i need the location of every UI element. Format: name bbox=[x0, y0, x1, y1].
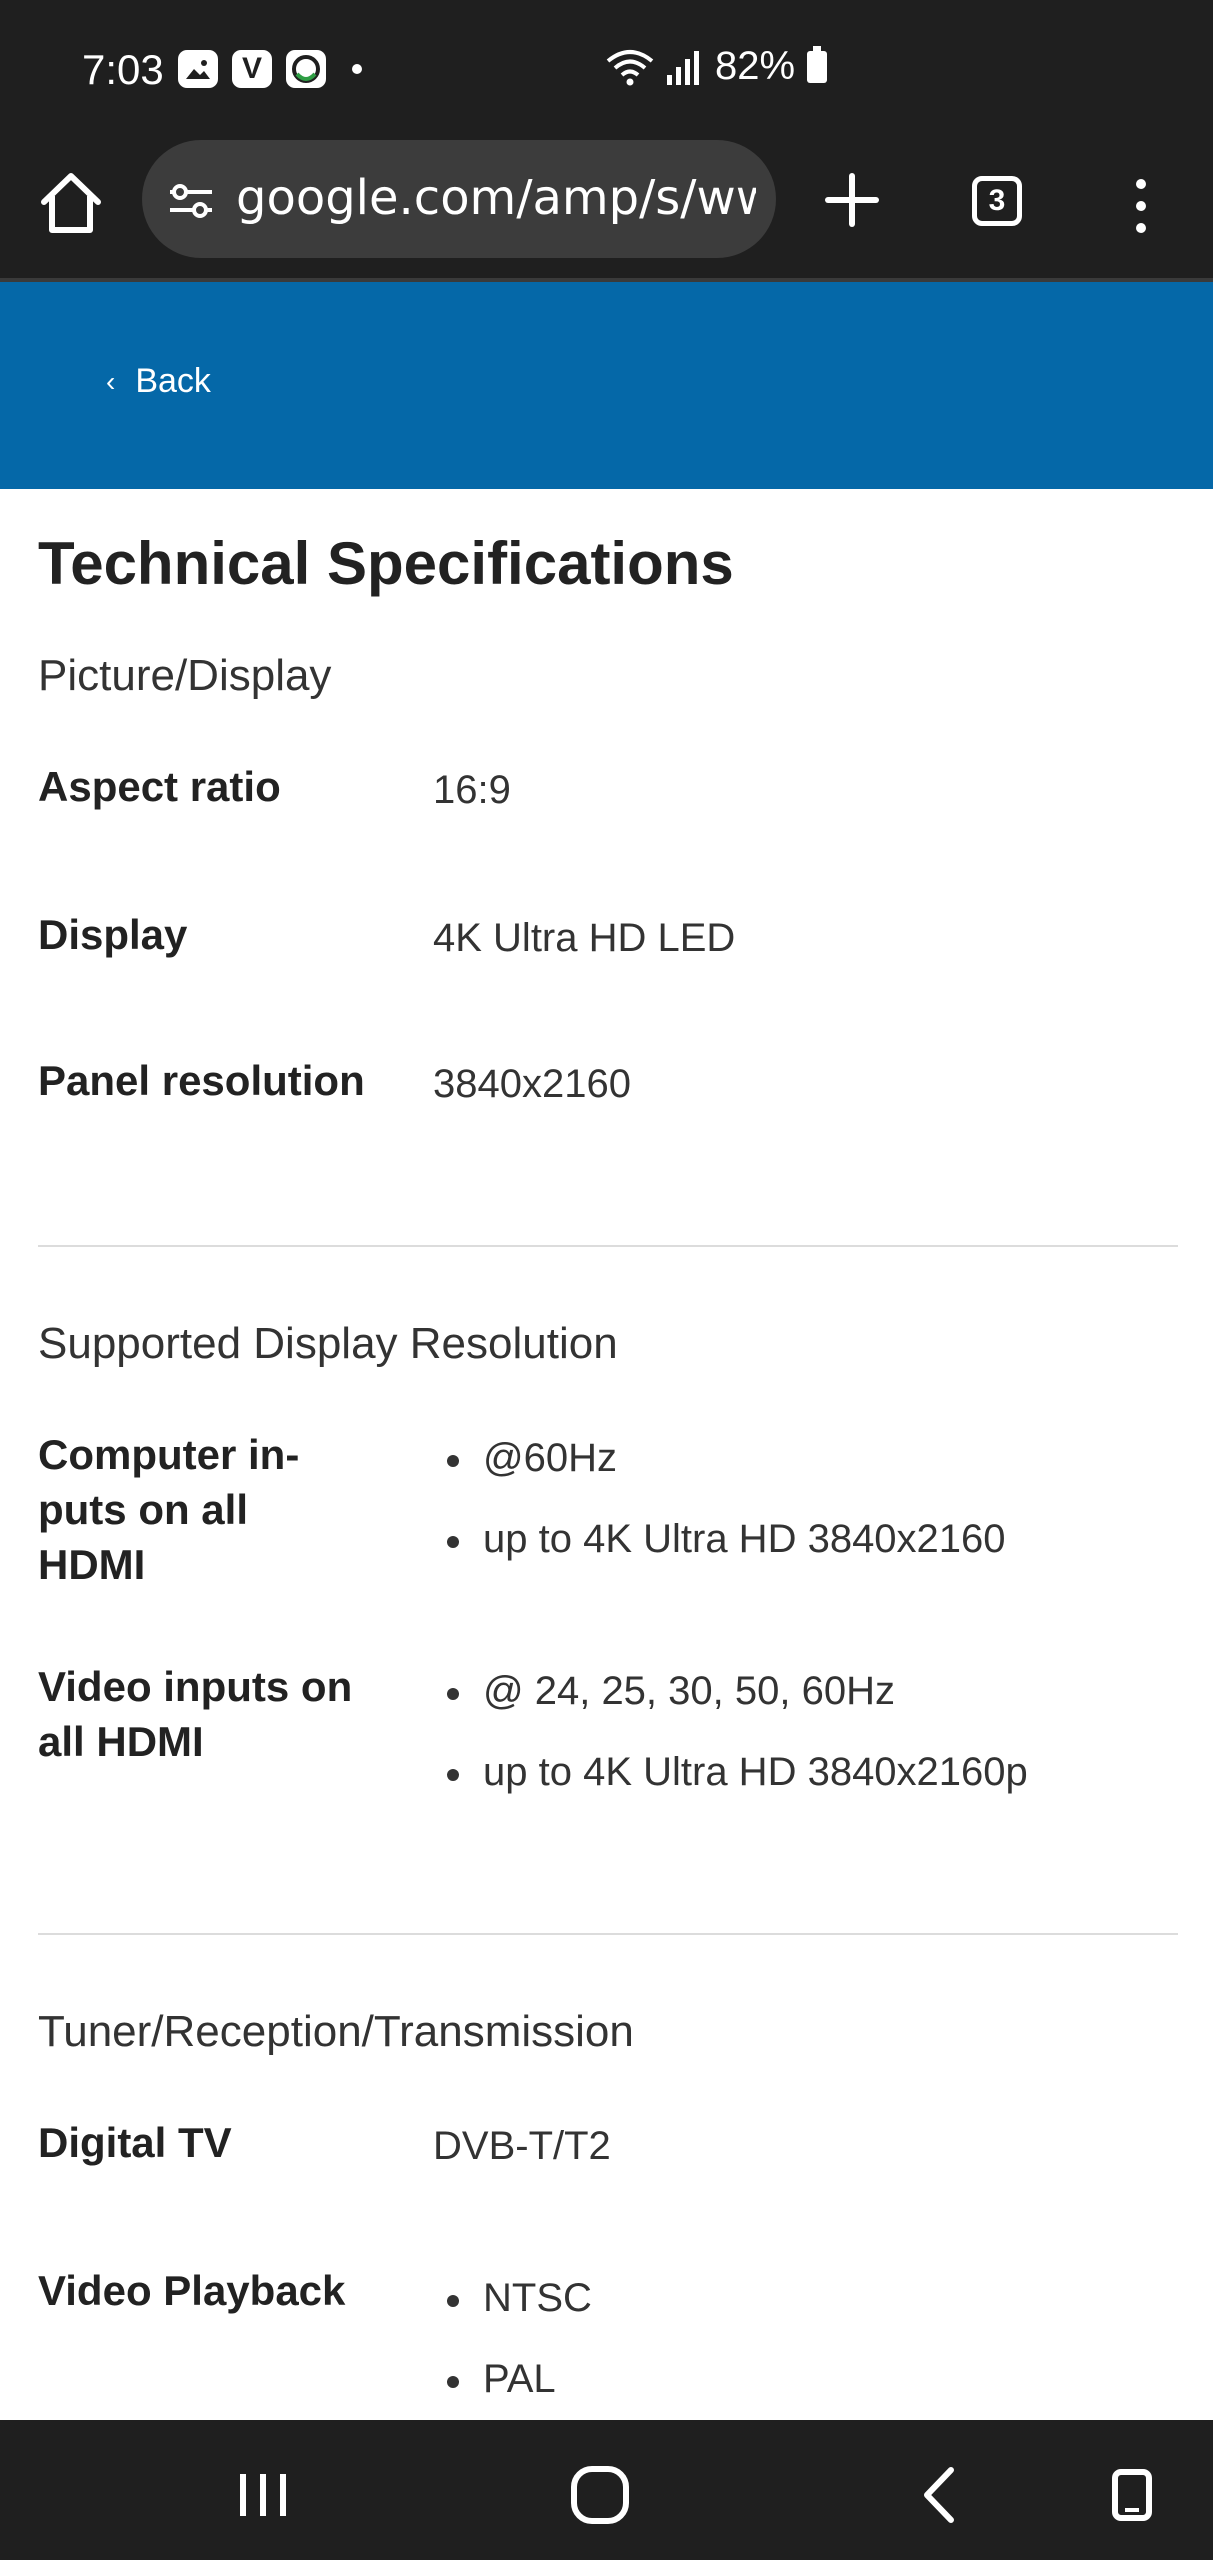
section-divider bbox=[38, 1245, 1178, 1247]
status-bar: 7:03 V 82% bbox=[0, 0, 1213, 140]
spec-label-line: puts on all bbox=[38, 1486, 248, 1533]
home-nav-icon[interactable] bbox=[565, 2460, 635, 2530]
status-notification-icons: V bbox=[178, 50, 362, 88]
v-app-icon: V bbox=[232, 50, 272, 88]
keyboard-toggle-icon[interactable] bbox=[1097, 2460, 1167, 2530]
spec-label-line: all HDMI bbox=[38, 1718, 204, 1765]
list-item: @ 24, 25, 30, 50, 60Hz bbox=[443, 1664, 1028, 1745]
spec-label: Video Playback bbox=[38, 2267, 346, 2314]
spec-value-list: @ 24, 25, 30, 50, 60Hz up to 4K Ultra HD… bbox=[443, 1664, 1028, 1826]
back-link[interactable]: ‹ Back bbox=[106, 362, 211, 401]
site-settings-icon[interactable] bbox=[166, 176, 216, 226]
browser-toolbar: google.com/amp/s/www 3 bbox=[0, 140, 1213, 282]
more-options-icon[interactable] bbox=[1126, 176, 1156, 236]
section-title: Picture/Display bbox=[38, 651, 332, 700]
spec-label-line: HDMI bbox=[38, 1541, 146, 1588]
new-tab-icon[interactable] bbox=[822, 170, 882, 230]
spec-value: 16:9 bbox=[433, 768, 511, 812]
list-item: @60Hz bbox=[443, 1431, 1006, 1512]
recent-apps-icon[interactable] bbox=[228, 2460, 298, 2530]
more-notifications-icon bbox=[352, 64, 362, 74]
spec-value-list: @60Hz up to 4K Ultra HD 3840x2160 bbox=[443, 1431, 1006, 1593]
chevron-left-icon: ‹ bbox=[106, 365, 116, 397]
signal-icon bbox=[667, 50, 699, 85]
e-app-icon bbox=[286, 50, 326, 88]
status-system-icons: 82% bbox=[605, 44, 828, 89]
list-item: up to 4K Ultra HD 3840x2160p bbox=[443, 1745, 1028, 1826]
tab-count: 3 bbox=[988, 184, 1006, 217]
url-text[interactable]: google.com/amp/s/www bbox=[236, 170, 756, 226]
tab-switcher-button[interactable]: 3 bbox=[972, 176, 1022, 226]
spec-value: 3840x2160 bbox=[433, 1062, 631, 1106]
spec-label: Panel resolution bbox=[38, 1057, 365, 1104]
section-title: Supported Display Resolution bbox=[38, 1319, 618, 1368]
spec-value: DVB-T/T2 bbox=[433, 2124, 611, 2168]
spec-label: Digital TV bbox=[38, 2119, 232, 2166]
address-bar[interactable]: google.com/amp/s/www bbox=[142, 140, 776, 258]
home-icon[interactable] bbox=[36, 168, 106, 238]
section-title: Tuner/Reception/Transmission bbox=[38, 2007, 634, 2056]
spec-label: Aspect ratio bbox=[38, 763, 281, 810]
list-item: up to 4K Ultra HD 3840x2160 bbox=[443, 1512, 1006, 1593]
battery-percent: 82% bbox=[715, 44, 796, 88]
spec-label: Video inputs on all HDMI bbox=[38, 1659, 408, 1769]
status-time: 7:03 bbox=[82, 46, 164, 93]
section-divider bbox=[38, 1933, 1178, 1935]
battery-icon bbox=[807, 45, 828, 83]
system-nav-bar bbox=[0, 2420, 1213, 2560]
back-label: Back bbox=[135, 362, 211, 400]
wifi-icon bbox=[606, 49, 654, 85]
page-title: Technical Specifications bbox=[38, 530, 734, 597]
gallery-icon bbox=[178, 50, 218, 88]
spec-label: Display bbox=[38, 911, 188, 958]
spec-label-line: Computer in- bbox=[38, 1431, 300, 1478]
spec-label-line: Video inputs on bbox=[38, 1663, 353, 1710]
spec-label: Computer in- puts on all HDMI bbox=[38, 1427, 408, 1592]
spec-value: 4K Ultra HD LED bbox=[433, 916, 736, 960]
site-header: ‹ Back bbox=[0, 282, 1213, 489]
back-nav-icon[interactable] bbox=[905, 2460, 975, 2530]
spec-value-list: NTSC PAL bbox=[443, 2271, 592, 2433]
list-item: NTSC bbox=[443, 2271, 592, 2352]
